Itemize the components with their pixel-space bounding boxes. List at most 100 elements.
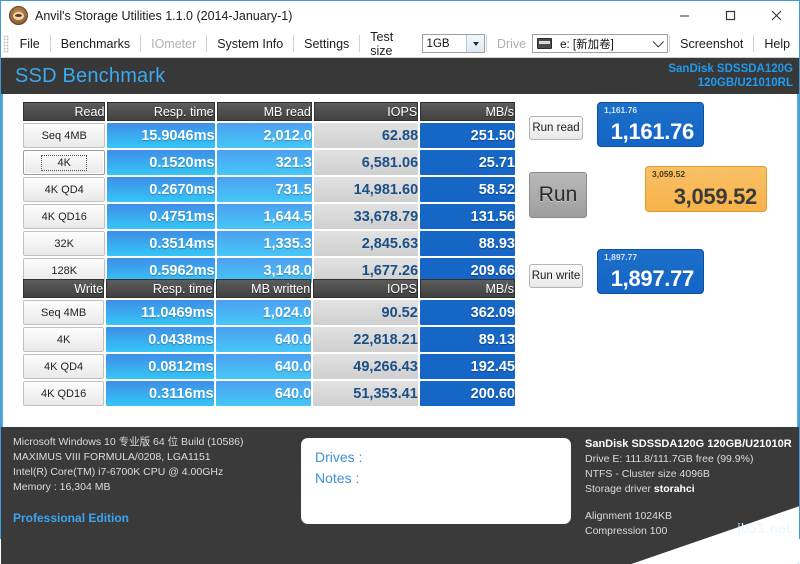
menu-item-benchmarks[interactable]: Benchmarks xyxy=(52,34,139,54)
drive-driver: Storage driver storahci xyxy=(585,482,793,497)
row-label-button[interactable]: 32K xyxy=(23,231,106,256)
row-label-text: 4K xyxy=(56,333,71,346)
close-icon[interactable] xyxy=(753,1,799,30)
write-score-value: 1,897.77 xyxy=(610,266,695,291)
total-score-small: 3,059.52 xyxy=(652,169,686,179)
read-score-small: 1,161.76 xyxy=(604,105,638,115)
test-size-select[interactable]: 1GB xyxy=(421,34,486,53)
row-label-button[interactable]: 4K QD16 xyxy=(23,204,106,229)
cell-iops: 2,845.63 xyxy=(313,231,419,256)
row-label-button[interactable]: 4K xyxy=(23,150,106,175)
cell-resp: 0.2670ms xyxy=(107,177,215,202)
run-write-button[interactable]: Run write xyxy=(529,264,583,288)
row-label-button[interactable]: 4K QD16 xyxy=(23,381,105,406)
table-row: 4K 0.0438ms 640.0 22,818.21 89.13 xyxy=(23,327,515,352)
cell-mbs: 58.52 xyxy=(420,177,515,202)
menu-separator xyxy=(49,35,51,52)
row-label-button[interactable]: 4K xyxy=(23,327,105,352)
cell-mb: 640.0 xyxy=(215,381,312,406)
os-line: Microsoft Windows 10 专业版 64 位 Build (105… xyxy=(13,436,244,448)
notes-panel[interactable]: Drives : Notes : xyxy=(301,438,571,524)
menu-separator xyxy=(669,35,671,52)
cell-iops: 33,678.79 xyxy=(313,204,419,229)
anvil-app-icon xyxy=(9,6,28,25)
drive-select[interactable]: e: [新加卷] xyxy=(532,34,669,53)
column-header: Resp. time xyxy=(107,102,215,121)
column-header: Write xyxy=(23,279,105,298)
menu-item-system-info[interactable]: System Info xyxy=(208,34,292,54)
menu-separator xyxy=(140,35,142,52)
menu-separator xyxy=(753,35,755,52)
menu-separator xyxy=(206,35,208,52)
run-button[interactable]: Run xyxy=(529,172,587,218)
system-info: Microsoft Windows 10 专业版 64 位 Build (105… xyxy=(13,435,301,564)
cell-mb: 2,012.0 xyxy=(216,123,312,148)
cell-mbs: 25.71 xyxy=(420,150,515,175)
drive-info-title: SanDisk SDSSDA120G 120GB/U21010R xyxy=(585,438,792,450)
cell-mb: 1,335.3 xyxy=(216,231,312,256)
menu-item-help[interactable]: Help xyxy=(755,34,799,54)
cell-mbs: 88.93 xyxy=(420,231,515,256)
row-label-text: Seq 4MB xyxy=(41,129,87,142)
row-label-button[interactable]: Seq 4MB xyxy=(23,300,105,325)
read-score-value: 1,161.76 xyxy=(610,119,695,144)
column-header: MB/s xyxy=(419,279,515,298)
cpu-line: Intel(R) Core(TM) i7-6700K CPU @ 4.00GHz xyxy=(13,466,224,478)
minimize-icon[interactable] xyxy=(661,1,707,30)
row-label-text: 128K xyxy=(51,264,78,277)
cell-resp: 0.0812ms xyxy=(106,354,214,379)
cell-mbs: 362.09 xyxy=(419,300,515,325)
cell-mbs: 89.13 xyxy=(419,327,515,352)
drive-capacity: Drive E: 111.8/111.7GB free (99.9%) xyxy=(585,453,754,465)
column-header: MB written xyxy=(215,279,312,298)
table-row: Seq 4MB 15.9046ms 2,012.0 62.88 251.50 xyxy=(23,123,515,148)
cell-resp: 0.3116ms xyxy=(106,381,214,406)
toolbar-grip-icon[interactable] xyxy=(3,34,9,53)
chevron-down-icon[interactable] xyxy=(650,35,667,52)
maximize-icon[interactable] xyxy=(707,1,753,30)
drive-compression: Compression 100 xyxy=(585,525,668,537)
row-label-text: 4K QD16 xyxy=(41,210,87,223)
cell-resp: 0.0438ms xyxy=(106,327,214,352)
drive-filesystem: NTFS - Cluster size 4096B xyxy=(585,468,710,480)
write-score-box: 1,897.77 1,897.77 xyxy=(597,249,704,294)
menu-bar: File Benchmarks IOmeter System Info Sett… xyxy=(1,30,799,58)
row-label-button[interactable]: 4K QD4 xyxy=(23,177,106,202)
device-model: SanDisk SDSSDA120G xyxy=(668,63,793,75)
cell-iops: 49,266.43 xyxy=(313,354,418,379)
drives-label: Drives : xyxy=(315,449,363,465)
cell-iops: 6,581.06 xyxy=(313,150,419,175)
table-row: 4K QD16 0.3116ms 640.0 51,353.41 200.60 xyxy=(23,381,515,406)
run-read-button[interactable]: Run read xyxy=(529,116,583,140)
cell-mb: 1,644.5 xyxy=(216,204,312,229)
cell-iops: 51,353.41 xyxy=(313,381,418,406)
device-name: SanDisk SDSSDA120G 120GB/U21010RL xyxy=(668,62,793,90)
chevron-down-icon[interactable] xyxy=(466,35,485,52)
menu-separator xyxy=(359,35,361,52)
row-label-text: 4K QD4 xyxy=(44,183,84,196)
menu-separator xyxy=(293,35,295,52)
menu-item-screenshot[interactable]: Screenshot xyxy=(671,34,752,54)
test-size-label: Test size xyxy=(370,29,394,58)
driver-label: Storage driver xyxy=(585,483,651,495)
page-title: SSD Benchmark xyxy=(15,64,166,87)
row-label-text: 32K xyxy=(54,237,74,250)
write-score-small: 1,897.77 xyxy=(604,252,638,262)
row-label-button[interactable]: Seq 4MB xyxy=(23,123,106,148)
total-score-box: 3,059.52 3,059.52 xyxy=(645,166,767,212)
menu-item-file[interactable]: File xyxy=(11,34,49,54)
column-header: IOPS xyxy=(313,102,419,121)
window-controls xyxy=(661,1,799,30)
drive-icon xyxy=(537,38,553,49)
cell-mb: 321.3 xyxy=(216,150,312,175)
edition-label: Professional Edition xyxy=(13,511,130,525)
drive-alignment: Alignment 1024KB xyxy=(585,510,672,522)
cell-resp: 11.0469ms xyxy=(106,300,214,325)
menu-item-settings[interactable]: Settings xyxy=(295,34,358,54)
cell-mbs: 131.56 xyxy=(420,204,515,229)
row-label-button[interactable]: 4K QD4 xyxy=(23,354,105,379)
application-window: Anvil's Storage Utilities 1.1.0 (2014-Ja… xyxy=(0,0,800,564)
cell-mbs: 200.60 xyxy=(419,381,515,406)
write-results-table: Write Resp. time MB written IOPS MB/s Seq 4M… xyxy=(21,277,517,408)
